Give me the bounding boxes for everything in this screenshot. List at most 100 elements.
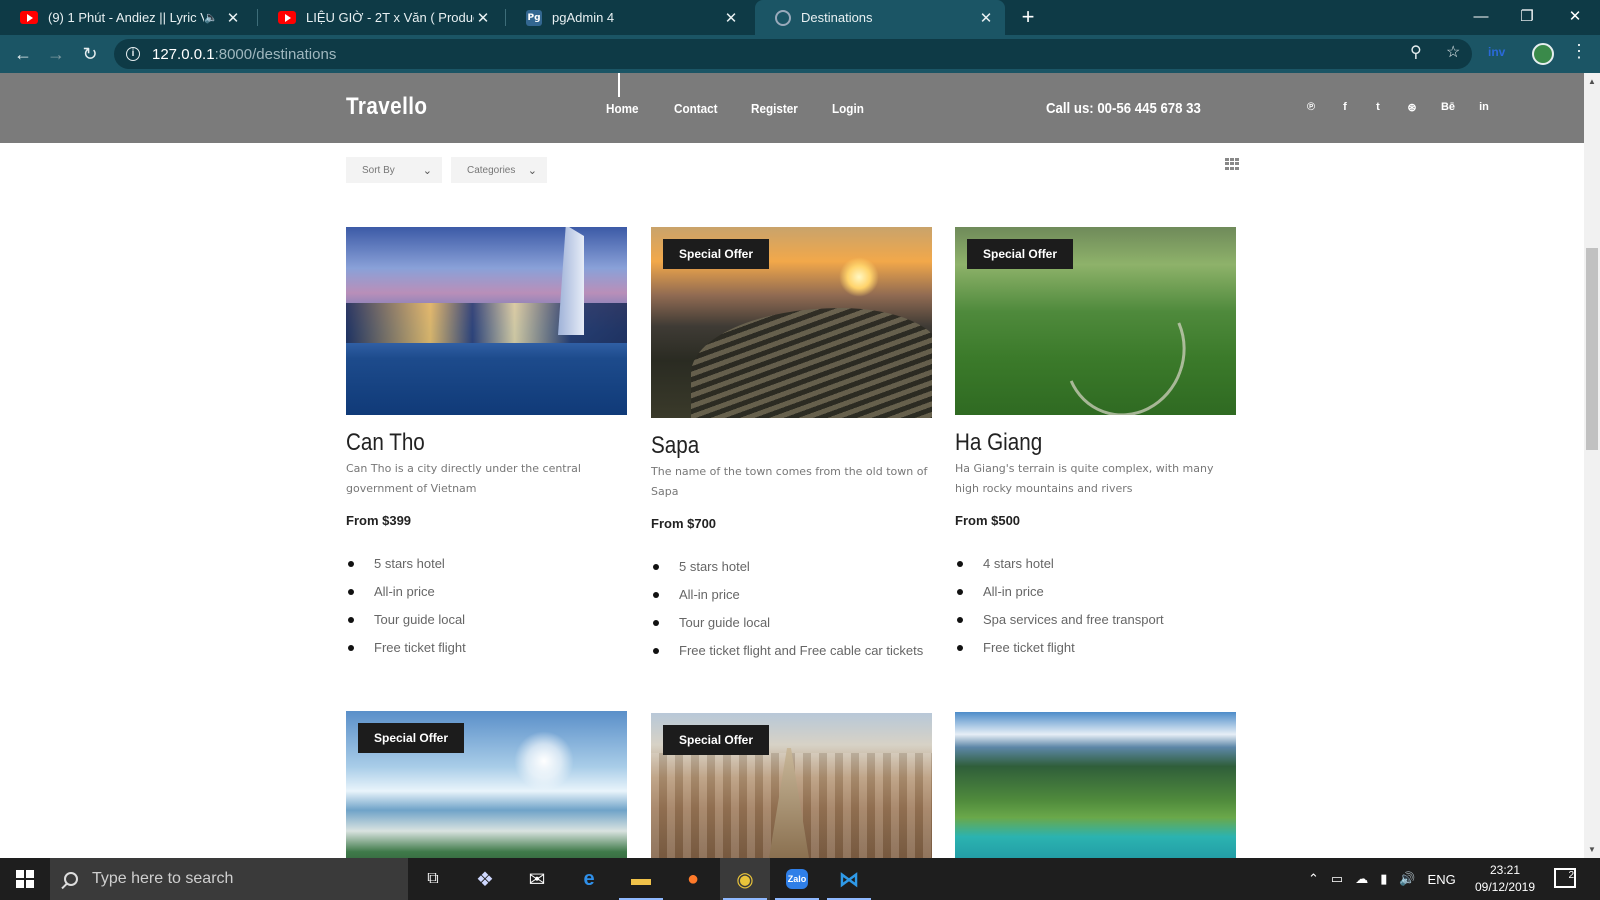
zoom-icon[interactable]: ⚲ <box>1410 42 1422 62</box>
dropbox-icon[interactable]: ❖ <box>460 858 510 900</box>
special-offer-badge: Special Offer <box>358 723 465 753</box>
list-item: Free ticket flight <box>346 638 627 666</box>
destination-card-ha-giang[interactable]: Special Offer Ha Giang Ha Giang's terrai… <box>955 227 1236 666</box>
address-bar[interactable]: i 127.0.0.1:8000/destinations <box>114 39 1472 69</box>
destination-name[interactable]: Ha Giang <box>955 429 1197 457</box>
language-indicator[interactable]: ENG <box>1428 872 1456 887</box>
destination-card-sapa[interactable]: Special Offer Sapa The name of the town … <box>651 227 932 669</box>
browser-tab-destinations[interactable]: Destinations ✕ <box>755 0 1005 35</box>
taskbar-clock[interactable]: 23:21 09/12/2019 <box>1467 862 1543 896</box>
scrollbar-thumb[interactable] <box>1586 248 1598 450</box>
restore-button[interactable]: ❐ <box>1504 0 1550 35</box>
page-scrollbar[interactable]: ▲ ▼ <box>1584 73 1600 858</box>
list-item: Free ticket flight and Free cable car ti… <box>651 641 932 669</box>
zalo-icon[interactable]: Zalo <box>772 858 822 900</box>
special-offer-badge: Special Offer <box>967 239 1074 269</box>
grid-view-icon[interactable] <box>1225 158 1239 170</box>
taskbar-search-input[interactable]: Type here to search <box>50 858 408 900</box>
site-logo[interactable]: Travello <box>346 93 427 121</box>
nav-login[interactable]: Login <box>832 101 864 116</box>
url-host: 127.0.0.1 <box>152 45 215 63</box>
back-button[interactable]: ← <box>10 41 36 67</box>
nav-register[interactable]: Register <box>751 101 798 116</box>
reload-button[interactable]: ↻ <box>77 41 103 67</box>
scroll-down-icon[interactable]: ▼ <box>1584 845 1600 854</box>
destination-image[interactable]: Special Offer <box>955 227 1236 415</box>
browser-menu-icon[interactable]: ⋮ <box>1570 41 1588 62</box>
close-window-button[interactable]: ✕ <box>1552 0 1598 35</box>
destination-name[interactable]: Can Tho <box>346 429 588 457</box>
sort-by-dropdown[interactable]: Sort By ⌄ <box>346 157 442 183</box>
page-viewport: Travello Home Contact Register Login Cal… <box>0 73 1584 858</box>
close-icon[interactable]: ✕ <box>977 9 995 27</box>
info-icon[interactable]: i <box>126 47 140 61</box>
list-item: Tour guide local <box>651 613 932 641</box>
browser-tab-youtube-2[interactable]: LIỆU GIỜ - 2T x Văn ( Produced b ✕ <box>258 0 502 35</box>
chrome-icon[interactable]: ◉ <box>720 858 770 900</box>
chevron-up-icon[interactable]: ⌃ <box>1308 871 1319 887</box>
network-icon[interactable]: ▭ <box>1331 871 1343 887</box>
nav-home[interactable]: Home <box>606 101 639 116</box>
dribbble-icon[interactable]: ⊛ <box>1403 101 1421 114</box>
new-tab-button[interactable]: + <box>1015 4 1041 30</box>
list-item: All-in price <box>955 582 1236 610</box>
close-icon[interactable]: ✕ <box>224 9 242 27</box>
facebook-icon[interactable]: f <box>1336 101 1354 113</box>
linkedin-icon[interactable]: in <box>1475 101 1493 113</box>
onedrive-icon[interactable]: ☁ <box>1355 871 1368 887</box>
list-item: Tour guide local <box>346 610 627 638</box>
destination-card-coast[interactable] <box>955 712 1236 858</box>
twitter-icon[interactable]: t <box>1369 101 1387 113</box>
destination-name[interactable]: Sapa <box>651 432 893 460</box>
speaker-icon[interactable]: 🔈 <box>204 11 218 24</box>
battery-icon[interactable]: ▮ <box>1380 871 1387 887</box>
windows-start-button[interactable] <box>0 858 50 900</box>
sort-by-label: Sort By <box>362 164 395 176</box>
destination-image[interactable] <box>346 227 627 415</box>
winding-road <box>1046 270 1204 415</box>
file-explorer-icon[interactable]: ▬ <box>616 858 666 900</box>
close-icon[interactable]: ✕ <box>722 9 740 27</box>
vscode-icon[interactable]: ⋈ <box>824 858 874 900</box>
task-view-icon[interactable]: ⧉ <box>408 858 458 900</box>
behance-icon[interactable]: Bē <box>1439 101 1457 113</box>
extension-icon[interactable]: inv <box>1488 45 1505 59</box>
browser-toolbar: ← → ↻ i 127.0.0.1:8000/destinations ⚲ ☆ … <box>0 35 1600 73</box>
browser-tab-pgadmin[interactable]: Pg pgAdmin 4 ✕ <box>506 0 750 35</box>
destination-description: The name of the town comes from the old … <box>651 465 928 498</box>
browser-tab-youtube-1[interactable]: (9) 1 Phút - Andiez || Lyric Vid 🔈 ✕ <box>0 0 252 35</box>
list-item: 5 stars hotel <box>651 557 932 585</box>
site-header: Travello Home Contact Register Login Cal… <box>0 73 1584 143</box>
mail-icon[interactable]: ✉ <box>512 858 562 900</box>
scroll-up-icon[interactable]: ▲ <box>1584 77 1600 86</box>
pinterest-icon[interactable]: ℗ <box>1302 101 1320 113</box>
clock-date: 09/12/2019 <box>1474 880 1536 894</box>
destination-image[interactable]: Special Offer <box>651 713 932 858</box>
nav-marker <box>618 73 620 97</box>
system-tray: ⌃ ▭ ☁ ▮ 🔊 ENG <box>1308 858 1456 900</box>
list-item: Spa services and free transport <box>955 610 1236 638</box>
destination-card-city[interactable]: Special Offer <box>651 713 932 858</box>
forward-button[interactable]: → <box>43 41 69 67</box>
destination-card-can-tho[interactable]: Can Tho Can Tho is a city directly under… <box>346 227 627 666</box>
destination-card-beach[interactable]: Special Offer <box>346 711 627 858</box>
firefox-icon[interactable]: ● <box>668 858 718 900</box>
globe-icon <box>775 9 791 26</box>
destination-image[interactable]: Special Offer <box>346 711 627 858</box>
volume-icon[interactable]: 🔊 <box>1399 871 1415 887</box>
feature-list: 5 stars hotel All-in price Tour guide lo… <box>346 554 627 666</box>
minimize-button[interactable]: — <box>1458 0 1504 35</box>
zalo-label: Zalo <box>785 869 809 889</box>
edge-icon[interactable]: e <box>564 858 614 900</box>
list-item: All-in price <box>651 585 932 613</box>
destination-image[interactable] <box>955 712 1236 858</box>
categories-dropdown[interactable]: Categories ⌄ <box>451 157 547 183</box>
chevron-down-icon: ⌄ <box>527 164 537 177</box>
profile-avatar[interactable] <box>1532 43 1554 65</box>
notification-center-icon[interactable]: 2 <box>1554 868 1576 888</box>
bookmark-star-icon[interactable]: ☆ <box>1446 42 1460 62</box>
nav-contact[interactable]: Contact <box>674 101 718 116</box>
destination-image[interactable]: Special Offer <box>651 227 932 418</box>
close-icon[interactable]: ✕ <box>474 9 492 27</box>
tab-title: pgAdmin 4 <box>552 10 615 25</box>
